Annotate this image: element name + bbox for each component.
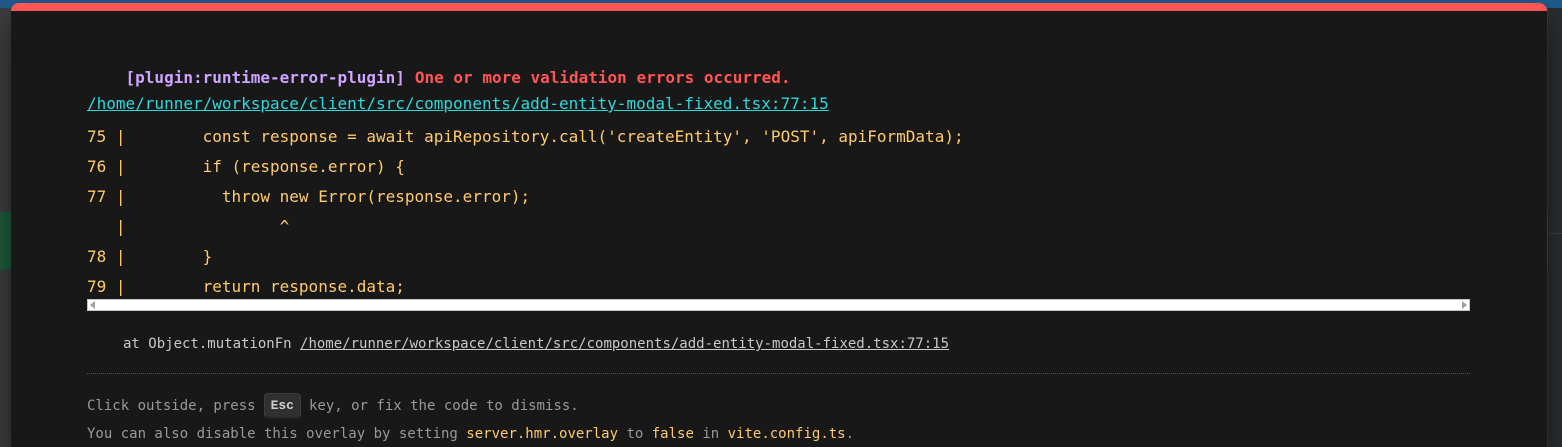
stack-file-link[interactable]: /home/runner/workspace/client/src/compon…	[300, 336, 949, 352]
tip-text-before: Click outside, press	[87, 398, 256, 414]
scroll-right-icon[interactable]	[1462, 301, 1467, 309]
esc-key: Esc	[263, 393, 301, 419]
error-file-link[interactable]: /home/runner/workspace/client/src/compon…	[87, 94, 829, 114]
config-value: false	[651, 426, 694, 442]
code-line: 78 | }	[87, 247, 213, 266]
stack-trace: at Object.mutationFn /home/runner/worksp…	[123, 334, 949, 354]
code-line: 75 | const response = await apiRepositor…	[87, 127, 964, 146]
disable-tip: You can also disable this overlay by set…	[87, 424, 854, 444]
code-pointer-line: | ^	[87, 217, 290, 236]
plugin-name: [plugin:runtime-error-plugin]	[125, 68, 405, 87]
tip-text-after: key, or fix the code to dismiss.	[308, 398, 579, 414]
background-right-strip	[1548, 8, 1562, 447]
config-key: server.hmr.overlay	[466, 426, 619, 442]
divider	[87, 373, 1470, 374]
tip2-text: You can also disable this overlay by set…	[87, 426, 467, 442]
error-overlay[interactable]: [plugin:runtime-error-plugin] One or more…	[11, 3, 1547, 447]
code-frame: 75 | const response = await apiRepositor…	[87, 122, 1470, 302]
code-line: 79 | return response.data;	[87, 277, 405, 296]
code-line: 77 | throw new Error(response.error);	[87, 187, 531, 206]
scroll-left-icon[interactable]	[90, 301, 95, 309]
config-file: vite.config.ts	[727, 426, 846, 442]
tip2-text: to	[618, 426, 652, 442]
dismiss-tip: Click outside, press Esc key, or fix the c…	[87, 393, 579, 419]
horizontal-scrollbar[interactable]	[87, 299, 1470, 311]
tip2-text: in	[693, 426, 728, 442]
stack-prefix: at Object.mutationFn	[123, 336, 301, 352]
code-line: 76 | if (response.error) {	[87, 157, 405, 176]
error-text: One or more validation errors occurred.	[414, 68, 791, 87]
tip2-text: .	[845, 426, 855, 442]
